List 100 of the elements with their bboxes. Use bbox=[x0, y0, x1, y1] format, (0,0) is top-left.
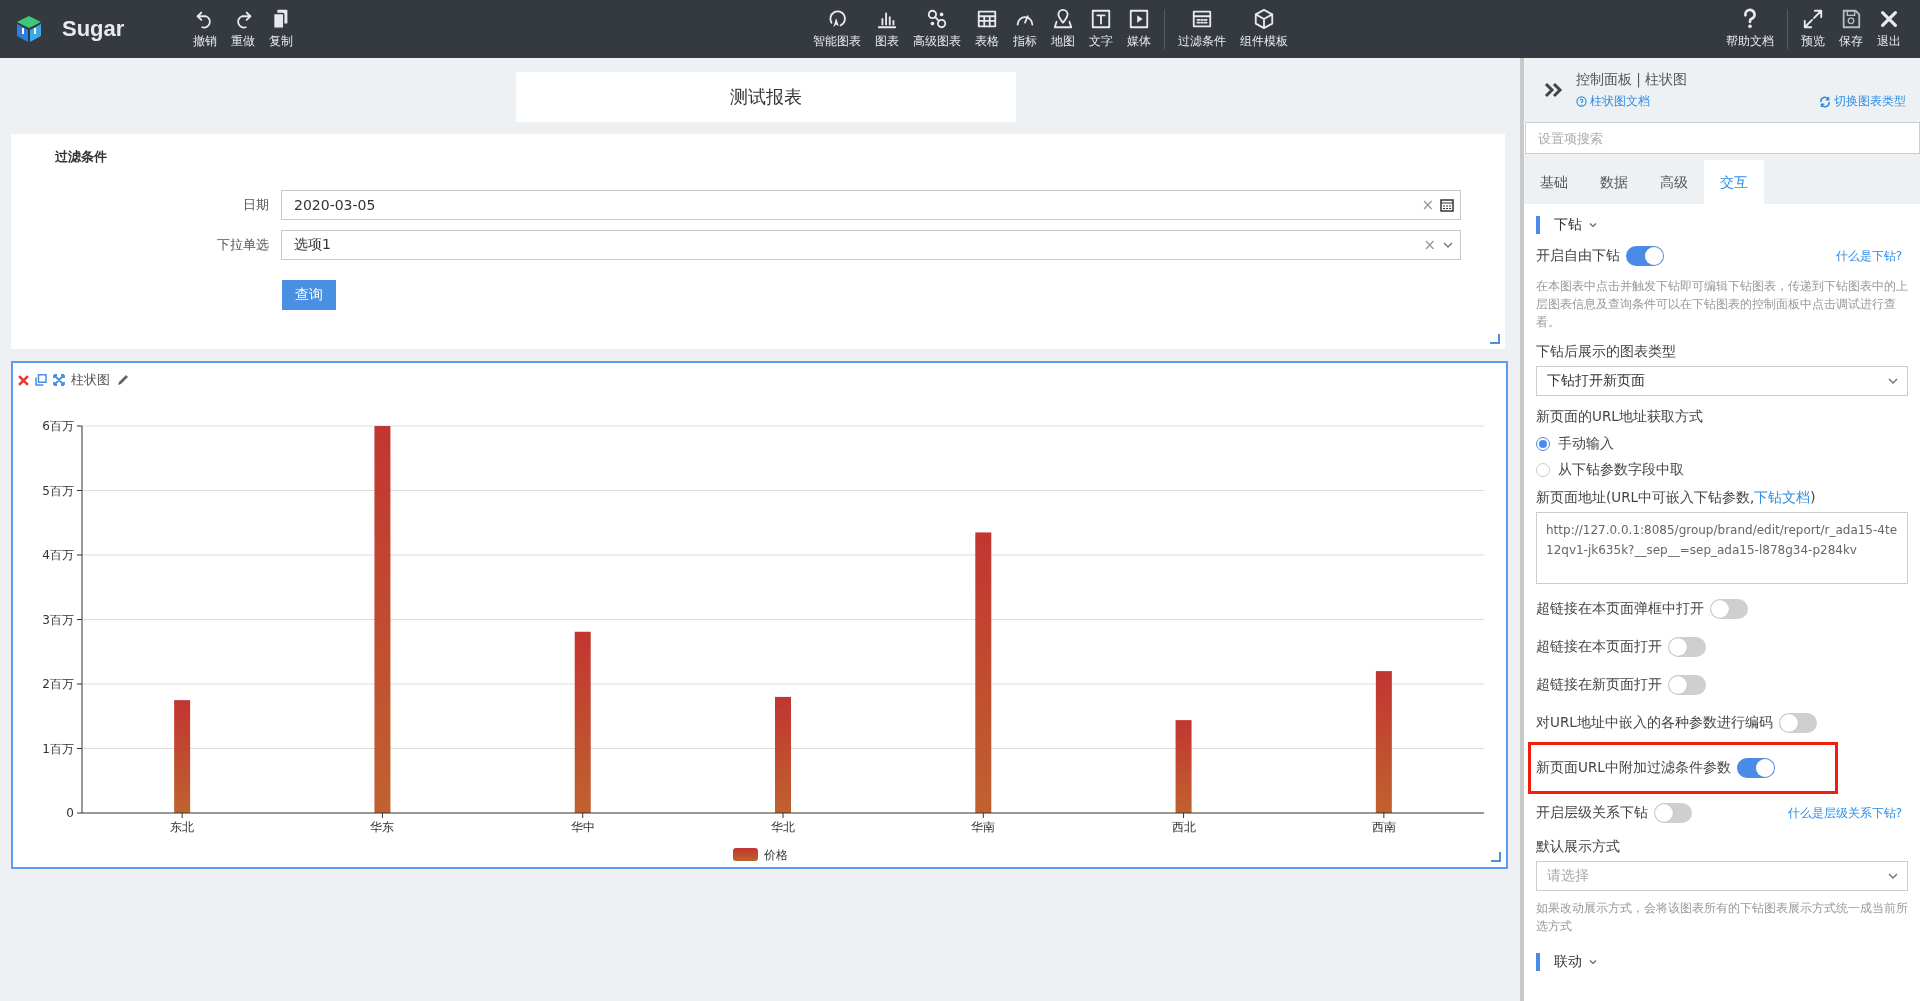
section-header[interactable]: 下钻 bbox=[1536, 216, 1908, 234]
toolbar-button[interactable]: 地图 bbox=[1044, 8, 1082, 50]
field-label: 下拉单选 bbox=[216, 236, 270, 254]
tab[interactable]: 基础 bbox=[1524, 160, 1584, 204]
setting-label: 新页面URL中附加过滤条件参数 bbox=[1536, 759, 1731, 777]
axis-label: 华东 bbox=[370, 820, 395, 834]
toggle-switch[interactable] bbox=[1668, 675, 1706, 695]
axis-label: 6百万 bbox=[42, 419, 74, 433]
help-text: 在本图表中点击并触发下钻即可编辑下钻图表，传递到下钻图表中的上层图表信息及查询条件可以在下钻图表的控制面板中点击调试进行查看。 bbox=[1536, 278, 1908, 331]
search-field[interactable]: 设置项搜索 bbox=[1525, 122, 1920, 154]
date-field[interactable]: 2020-03-05 × bbox=[281, 190, 1461, 220]
help-link[interactable]: 什么是下钻? bbox=[1835, 247, 1902, 265]
toolbar-button[interactable]: 媒体 bbox=[1120, 8, 1158, 50]
select-field[interactable]: 选项1 × bbox=[281, 230, 1461, 260]
pencil-icon[interactable] bbox=[116, 373, 130, 387]
toolbar-button[interactable]: 表格 bbox=[968, 8, 1006, 50]
cube-icon bbox=[1253, 8, 1275, 30]
legend-label[interactable]: 价格 bbox=[764, 848, 788, 862]
setting-label: 超链接在新页面打开 bbox=[1536, 676, 1662, 694]
card-title: 过滤条件 bbox=[55, 148, 107, 166]
legend-swatch[interactable] bbox=[733, 848, 758, 861]
toolbar-button[interactable]: 过滤条件 bbox=[1171, 8, 1233, 50]
toolbar-button[interactable]: 图表 bbox=[868, 8, 906, 50]
radio-option[interactable]: 手动输入 bbox=[1536, 431, 1908, 457]
resize-handle[interactable] bbox=[1491, 852, 1501, 862]
toggle-switch[interactable] bbox=[1778, 713, 1817, 733]
setting-label: 新页面的URL地址获取方式 bbox=[1536, 408, 1704, 426]
url-field[interactable]: http://127.0.0.1:8085/group/brand/edit/report/r_ada15-4te12qv1-jk635k?__sep__=sep_ada15-l878g34-p284kv bbox=[1536, 512, 1908, 584]
close-icon[interactable] bbox=[18, 374, 29, 386]
chevron-down-icon bbox=[1887, 375, 1899, 387]
help-link[interactable]: 什么是层级关系下钻? bbox=[1787, 804, 1902, 822]
axis-label: 5百万 bbox=[42, 483, 74, 498]
toggle-switch[interactable] bbox=[1626, 246, 1664, 266]
setting-label: 下钻后展示的图表类型 bbox=[1536, 343, 1677, 361]
axis-label: 2百万 bbox=[42, 677, 74, 691]
axis-label: 华北 bbox=[771, 820, 795, 834]
logo-icon bbox=[14, 14, 44, 44]
toolbar-button[interactable]: 文字 bbox=[1082, 8, 1120, 50]
toolbar-button[interactable]: 高级图表 bbox=[906, 8, 968, 50]
chevron-down-icon bbox=[1588, 957, 1598, 967]
refresh-icon bbox=[1819, 95, 1831, 108]
toolbar-button[interactable]: 组件模板 bbox=[1233, 8, 1295, 50]
setting-label: 默认展示方式 bbox=[1536, 838, 1621, 856]
setting-label: 开启自由下钻 bbox=[1536, 247, 1620, 265]
close-icon bbox=[1878, 8, 1900, 30]
select-field[interactable]: 下钻打开新页面 bbox=[1536, 366, 1908, 396]
axis-label: 4百万 bbox=[42, 548, 74, 562]
app-name: Sugar bbox=[62, 16, 125, 42]
toolbar-button[interactable]: 保存 bbox=[1832, 8, 1870, 50]
toolbar-button[interactable]: 帮助文档 bbox=[1719, 8, 1781, 50]
toggle-switch[interactable] bbox=[1736, 758, 1775, 778]
resize-handle[interactable] bbox=[1490, 334, 1500, 344]
collapse-icon[interactable] bbox=[1544, 82, 1564, 98]
axis-label: 华中 bbox=[570, 820, 595, 834]
nodes-icon bbox=[926, 8, 948, 30]
toolbar-button[interactable]: 退出 bbox=[1870, 8, 1908, 50]
radio-option[interactable]: 从下钻参数字段中取 bbox=[1536, 457, 1908, 483]
table-icon bbox=[976, 8, 998, 30]
window-icon bbox=[1191, 8, 1213, 30]
setting-label: 开启层级关系下钻 bbox=[1536, 804, 1648, 822]
toolbar-button[interactable]: 预览 bbox=[1794, 8, 1832, 50]
axis-label: 西南 bbox=[1371, 820, 1396, 834]
chart-title: 柱状图 bbox=[71, 371, 110, 389]
panel-title: 控制面板 | 柱状图 bbox=[1576, 70, 1689, 89]
bar[interactable] bbox=[574, 631, 591, 813]
text-icon bbox=[1090, 8, 1112, 30]
calendar-icon[interactable] bbox=[1440, 198, 1454, 212]
setting-label: 超链接在本页面弹框中打开 bbox=[1536, 600, 1704, 618]
setting-label: 超链接在本页面打开 bbox=[1536, 638, 1662, 656]
toolbar-button[interactable]: 指标 bbox=[1006, 8, 1044, 50]
doc-link[interactable]: 下钻文档 bbox=[1754, 489, 1811, 507]
chevron-down-icon bbox=[1442, 239, 1454, 251]
tab[interactable]: 交互 bbox=[1704, 160, 1764, 204]
map-pin-icon bbox=[1052, 8, 1074, 30]
bar[interactable] bbox=[374, 426, 391, 813]
fullscreen-icon[interactable] bbox=[53, 374, 65, 386]
tab[interactable]: 数据 bbox=[1584, 160, 1644, 204]
section-header[interactable]: 联动 bbox=[1536, 953, 1908, 971]
section-title: 联动 bbox=[1554, 953, 1582, 971]
tab[interactable]: 高级 bbox=[1644, 160, 1704, 204]
toolbar-button[interactable]: 撤销 bbox=[186, 8, 224, 50]
toolbar-button[interactable]: 复制 bbox=[262, 8, 300, 50]
setting-label: 新页面地址(URL中可嵌入下钻参数,下钻文档) bbox=[1536, 489, 1817, 507]
copy-icon[interactable] bbox=[35, 374, 47, 386]
help-text: 如果改动展示方式，会将该图表所有的下钻图表展示方式统一成当前所选方式 bbox=[1536, 900, 1908, 935]
field-label: 日期 bbox=[242, 196, 270, 214]
bar[interactable] bbox=[975, 532, 992, 813]
bar[interactable] bbox=[1175, 720, 1192, 813]
toolbar-button[interactable]: 重做 bbox=[224, 8, 262, 50]
bar[interactable] bbox=[174, 700, 191, 813]
chevron-down-icon bbox=[1887, 870, 1899, 882]
play-icon bbox=[1128, 8, 1150, 30]
toggle-switch[interactable] bbox=[1654, 803, 1692, 823]
expand-icon bbox=[1802, 8, 1824, 30]
bar[interactable] bbox=[1375, 671, 1392, 813]
toggle-switch[interactable] bbox=[1668, 637, 1706, 657]
axis-label: 东北 bbox=[170, 820, 195, 834]
toggle-switch[interactable] bbox=[1710, 599, 1748, 619]
toolbar-button[interactable]: 智能图表 bbox=[806, 8, 868, 50]
help-icon bbox=[1576, 95, 1587, 107]
